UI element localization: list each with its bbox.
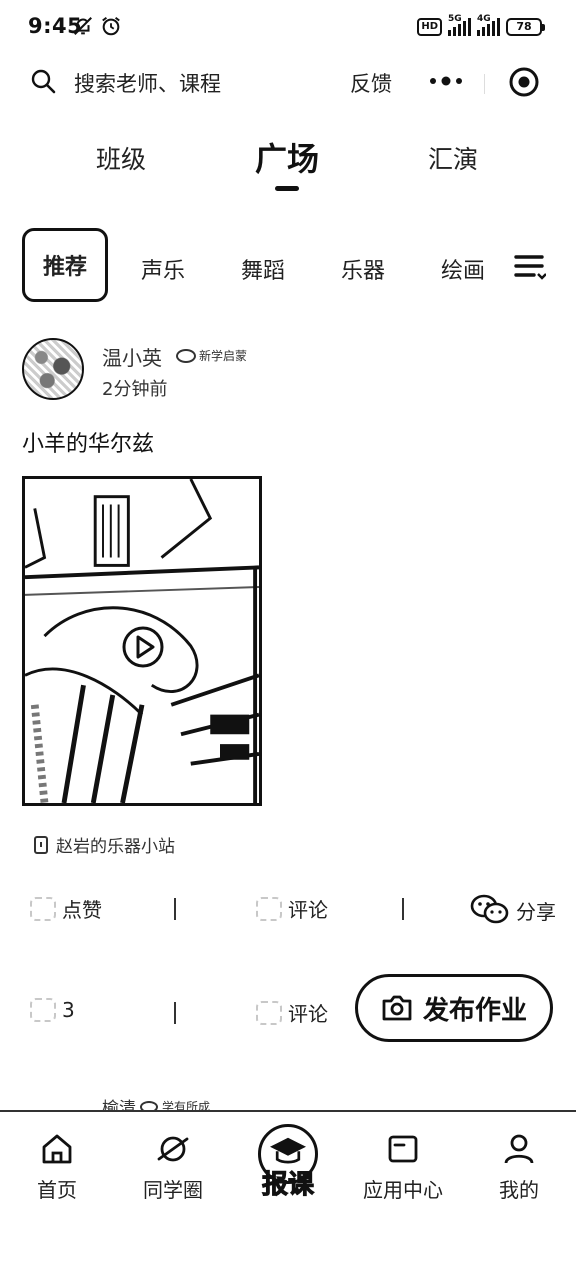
close-mini-program-icon[interactable] [508, 66, 540, 98]
feedback-button[interactable]: 反馈 [350, 68, 392, 98]
play-icon[interactable] [120, 624, 166, 670]
signal-5g-icon: 5G [448, 14, 471, 36]
category-painting[interactable]: 绘画 [441, 253, 485, 285]
like-button[interactable]: 点赞 [30, 894, 102, 923]
signal-4g-icon: 4G [477, 14, 500, 36]
like-label: 点赞 [62, 898, 102, 922]
level-badge: 新学启蒙 [176, 347, 247, 364]
share-button[interactable]: 分享 [470, 894, 556, 926]
search-icon[interactable] [30, 68, 56, 94]
category-menu-icon[interactable] [514, 252, 546, 282]
nav-enroll-label: 报课 [261, 1170, 314, 1201]
post-title[interactable]: 小羊的华尔兹 [22, 426, 154, 458]
phone-icon [34, 835, 48, 854]
comment-button[interactable]: 评论 [256, 894, 328, 923]
like-count: 3 [62, 998, 75, 1022]
badge-ring-icon [176, 348, 196, 363]
channel-link[interactable]: 赵岩的乐器小站 [34, 832, 175, 857]
nav-classmates-label: 同学圈 [143, 1178, 203, 1202]
hd-badge: HD [417, 18, 442, 36]
camera-icon [382, 995, 412, 1021]
nav-me-label: 我的 [499, 1178, 539, 1202]
divider [402, 898, 404, 920]
thumb-up-icon [30, 998, 56, 1022]
nav-apps[interactable]: 应用中心 [358, 1132, 448, 1203]
bottom-nav: 首页 同学圈 报课 应用中心 我的 [0, 1110, 576, 1280]
nav-apps-label: 应用中心 [363, 1178, 443, 1202]
header: 搜索老师、课程 反馈 [0, 56, 576, 106]
share-label: 分享 [516, 899, 556, 924]
publish-label: 发布作业 [422, 995, 527, 1026]
level-badge-label: 新学启蒙 [199, 349, 248, 363]
tab-showcase[interactable]: 汇演 [428, 140, 478, 176]
more-icon[interactable] [428, 74, 464, 88]
post-time: 2分钟前 [102, 379, 168, 400]
nav-classmates[interactable]: 同学圈 [128, 1132, 218, 1203]
category-dance[interactable]: 舞蹈 [241, 253, 285, 285]
alarm-icon [102, 16, 120, 36]
wechat-icon [470, 894, 509, 924]
post-author[interactable]: 温小英 [102, 342, 162, 371]
category-vocal[interactable]: 声乐 [141, 253, 185, 285]
avatar[interactable] [22, 338, 84, 400]
battery-icon: 78 [506, 18, 545, 36]
user-icon [504, 1134, 534, 1164]
search-input[interactable]: 搜索老师、课程 [74, 68, 221, 98]
nav-home[interactable]: 首页 [12, 1132, 102, 1203]
tab-square[interactable]: 广场 [255, 134, 319, 180]
tab-class[interactable]: 班级 [96, 140, 146, 176]
apps-card-icon [388, 1135, 418, 1163]
capsule-divider [484, 74, 485, 94]
like-count-button[interactable]: 3 [30, 998, 75, 1022]
comment-icon [256, 896, 282, 921]
divider [174, 898, 176, 920]
channel-name: 赵岩的乐器小站 [56, 837, 175, 857]
comment-button-2[interactable]: 评论 [256, 998, 328, 1027]
category-recommend[interactable]: 推荐 [22, 228, 108, 302]
bell-off-icon [74, 17, 92, 35]
main-tabs: 班级 广场 汇演 [0, 130, 576, 200]
post-actions: 点赞 评论 分享 [0, 884, 576, 934]
divider [174, 1002, 176, 1024]
status-bar: 9:45 HD 5G 4G 78 [0, 0, 576, 56]
comment-label: 评论 [288, 898, 328, 922]
nav-me[interactable]: 我的 [474, 1132, 564, 1203]
thumb-up-icon [30, 896, 56, 921]
home-icon [42, 1134, 72, 1164]
category-instrument[interactable]: 乐器 [341, 253, 385, 285]
planet-icon [157, 1136, 189, 1162]
publish-homework-button[interactable]: 发布作业 [355, 974, 553, 1042]
nav-enroll[interactable]: 报课 [254, 1124, 322, 1201]
category-bar: 推荐 声乐 舞蹈 乐器 绘画 [0, 226, 576, 306]
nav-home-label: 首页 [37, 1178, 77, 1202]
comment-icon [256, 1000, 282, 1025]
tab-underline [275, 186, 299, 191]
comment-label-2: 评论 [288, 1002, 328, 1026]
